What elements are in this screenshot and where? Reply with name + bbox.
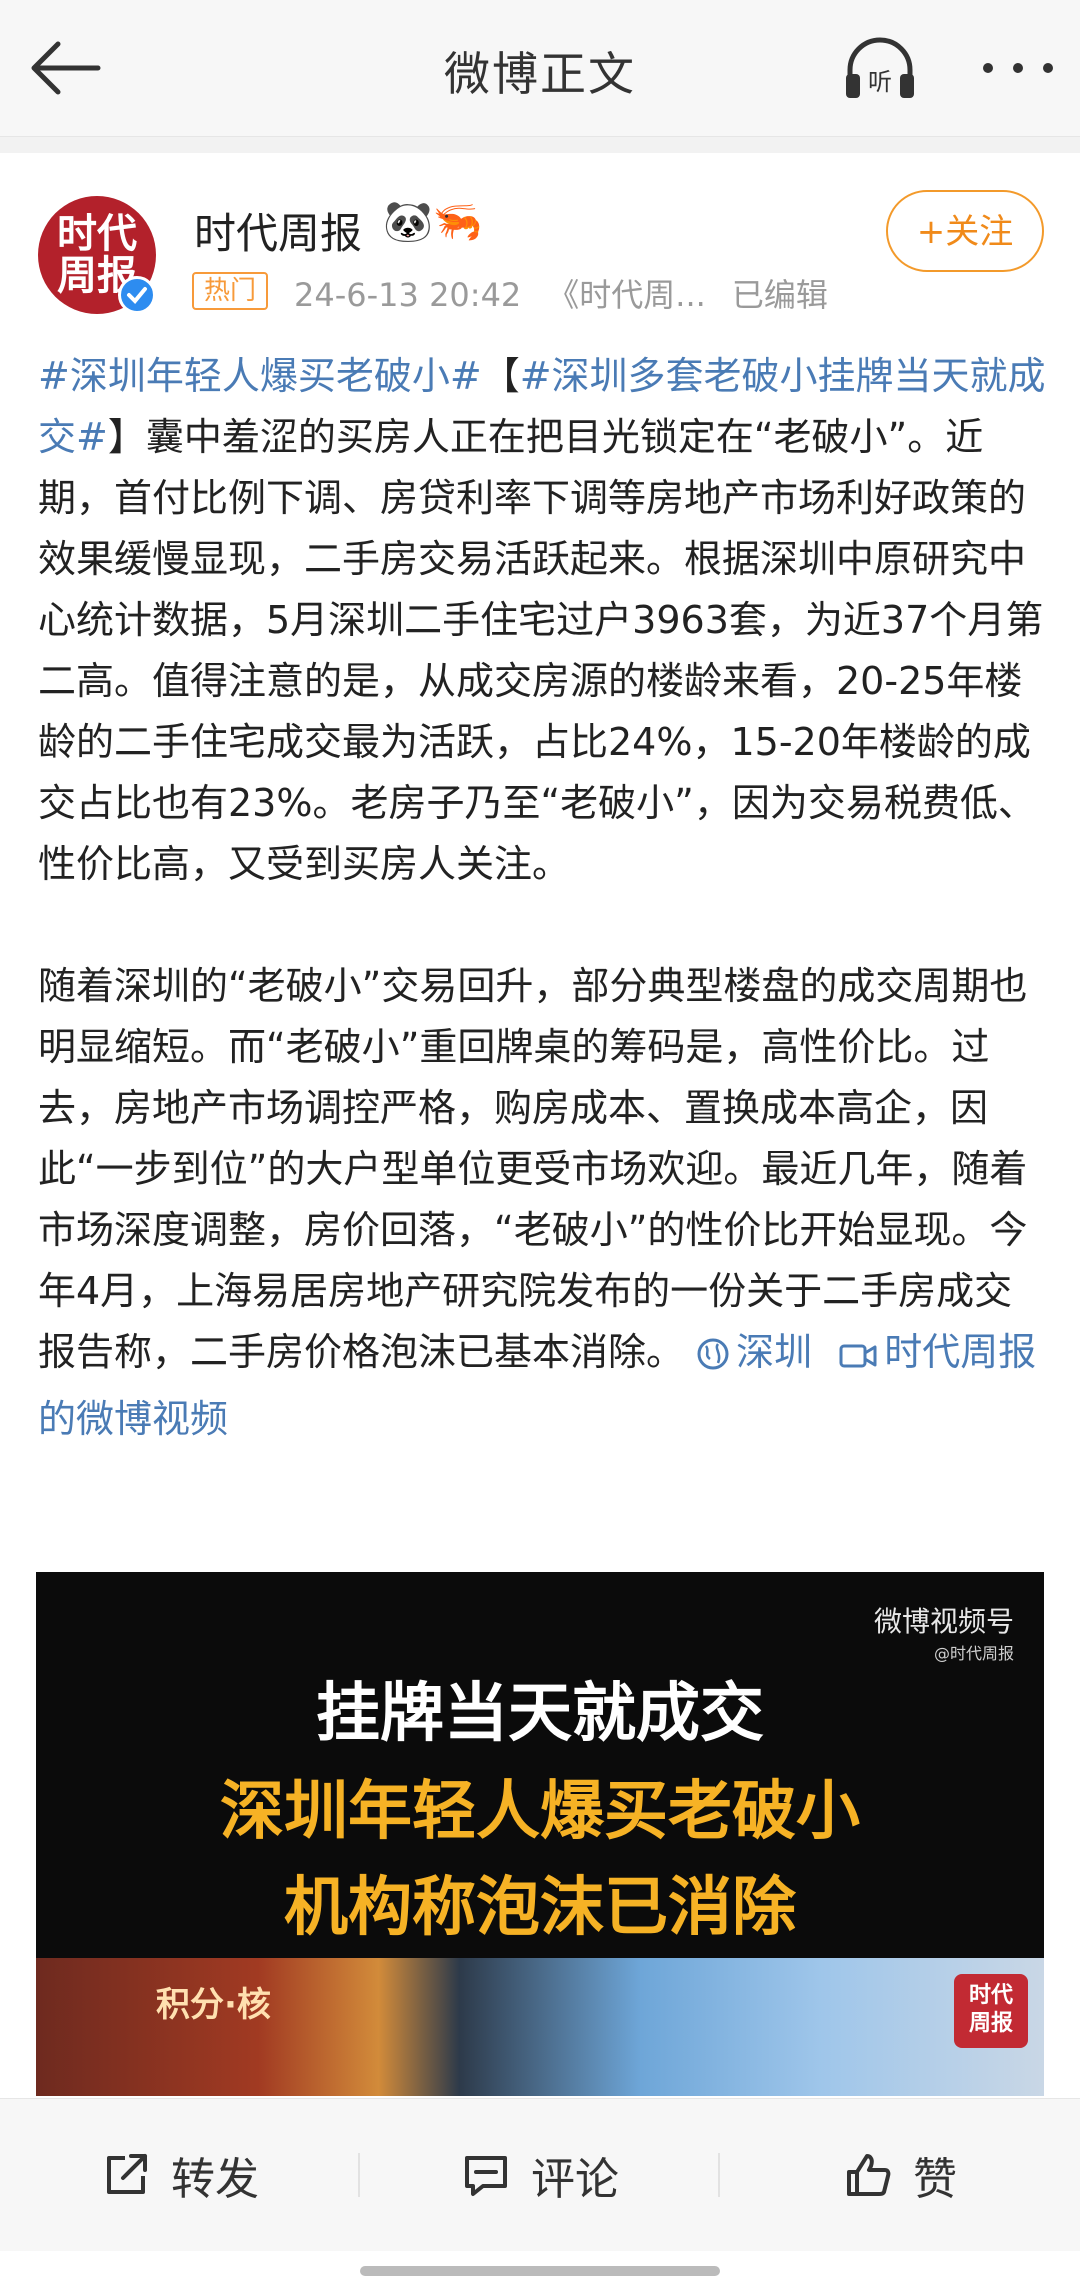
video-title-line-1: 挂牌当天就成交 [316, 1677, 764, 1751]
hashtag-link-1[interactable]: #深圳年轻人爆买老破小# [38, 354, 482, 398]
avatar-text-1: 时代 [57, 210, 137, 257]
comment-label: 评论 [531, 2154, 619, 2205]
like-button[interactable]: 赞 [720, 2099, 1080, 2251]
paragraph-2-text: 随着深圳的“老破小”交易回升，部分典型楼盘的成交周期也明显缩短。而“老破小”重回… [38, 964, 1028, 1374]
hot-badge: 热门 [192, 272, 269, 310]
bottom-action-bar: 转发 评论 赞 [0, 2098, 1080, 2251]
top-nav-bar: 微博正文 听 [0, 0, 1080, 137]
author-name[interactable]: 时代周报 [194, 200, 362, 261]
location-label: 深圳 [736, 1330, 813, 1374]
post-meta: 24-6-13 20:42 《时代周... 已编辑 [294, 270, 854, 316]
follow-button[interactable]: +关注 [886, 190, 1044, 272]
verified-badge-icon [118, 276, 156, 314]
author-emoji-icon: 🐼🦐 [383, 199, 483, 245]
comment-icon [465, 2156, 507, 2196]
post-paragraph-1: #深圳年轻人爆买老破小#【#深圳多套老破小挂牌当天就成交#】囊中羞涩的买房人正在… [38, 346, 1048, 895]
video-title-line-3: 机构称泡沫已消除 [284, 1871, 796, 1945]
listen-label: 听 [868, 68, 892, 96]
edited-label[interactable]: 已编辑 [732, 276, 828, 314]
section-divider [0, 137, 1080, 153]
video-player[interactable]: 微博视频号 @时代周报 挂牌当天就成交 深圳年轻人爆买老破小 机构称泡沫已消除 … [36, 1572, 1044, 2096]
listen-headphones-icon[interactable]: 听 [842, 34, 918, 106]
post-body: #深圳年轻人爆买老破小#【#深圳多套老破小挂牌当天就成交#】囊中羞涩的买房人正在… [38, 346, 1048, 1450]
page-title: 微博正文 [444, 47, 636, 101]
video-logo-text-2: 周报 [968, 2011, 1013, 2036]
watermark-text: 微博视频号 [873, 1605, 1014, 1638]
post-source[interactable]: 《时代周... [547, 276, 706, 314]
video-camera-icon [838, 1328, 878, 1389]
like-label: 赞 [913, 2154, 957, 2205]
bracket-open: 【 [481, 354, 520, 398]
location-link[interactable]: 深圳 [696, 1330, 812, 1374]
location-globe-icon [696, 1328, 730, 1389]
repost-label: 转发 [171, 2154, 259, 2205]
post-time: 24-6-13 20:42 [294, 276, 522, 314]
home-indicator[interactable] [360, 2266, 720, 2276]
video-shop-sign: 积分·核 [156, 1985, 271, 2025]
thumbs-up-icon [847, 2154, 891, 2196]
paragraph-1-text: 】囊中羞涩的买房人正在把目光锁定在“老破小”。近期，首付比例下调、房贷利率下调等… [38, 415, 1044, 886]
comment-button[interactable]: 评论 [360, 2099, 720, 2251]
repost-icon [107, 2154, 147, 2194]
video-logo: 时代 周报 [954, 1974, 1028, 2048]
repost-button[interactable]: 转发 [0, 2099, 360, 2251]
video-logo-text-1: 时代 [968, 1983, 1013, 2008]
more-options-icon[interactable] [978, 58, 1058, 78]
video-watermark: 微博视频号 @时代周报 [874, 1600, 1014, 1664]
video-title-line-2: 深圳年轻人爆买老破小 [220, 1775, 860, 1849]
post-paragraph-2: 随着深圳的“老破小”交易回升，部分典型楼盘的成交周期也明显缩短。而“老破小”重回… [38, 956, 1048, 1450]
watermark-sub: @时代周报 [933, 1644, 1014, 1663]
